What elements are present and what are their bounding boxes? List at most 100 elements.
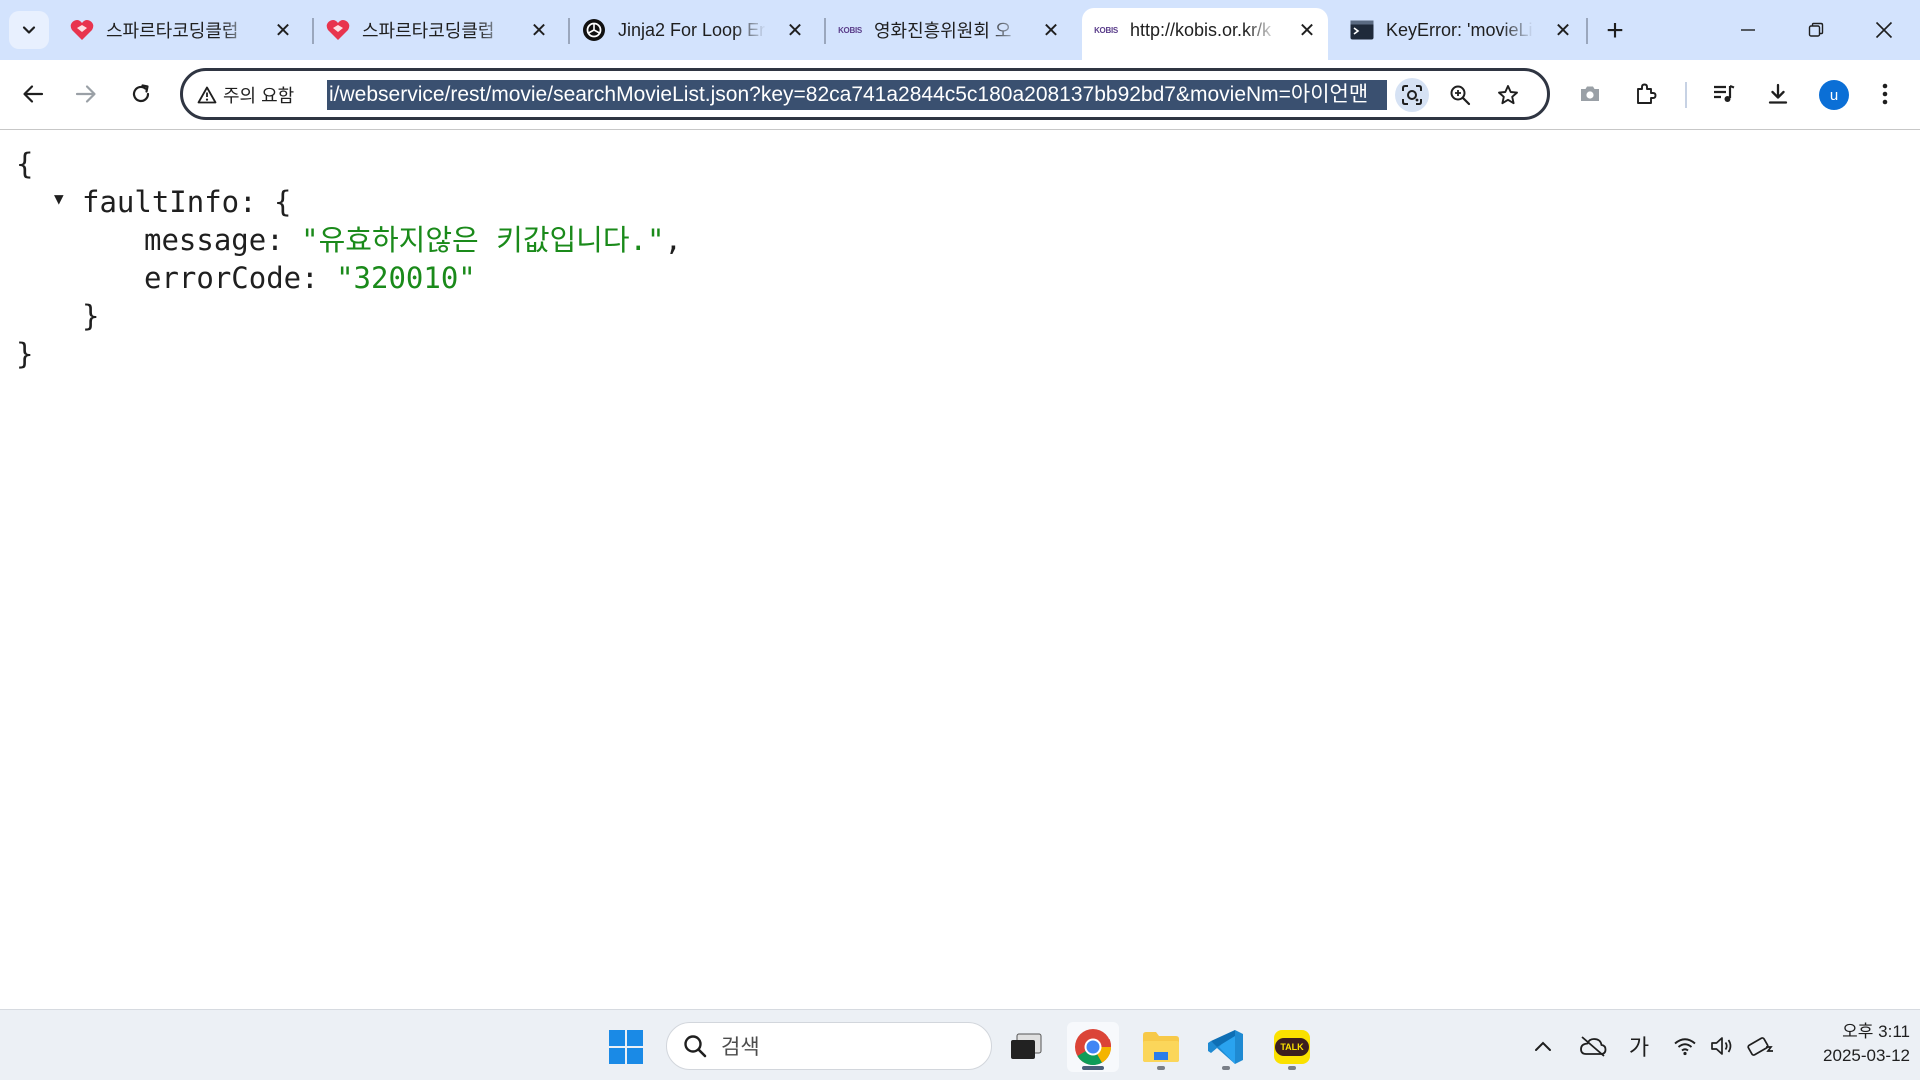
close-window-button[interactable] — [1850, 0, 1918, 60]
profile-avatar[interactable]: u — [1819, 80, 1849, 110]
chevron-up-icon — [1535, 1041, 1551, 1051]
tab-title: http://kobis.or.kr/k — [1130, 19, 1272, 40]
new-tab-button[interactable]: + — [1598, 14, 1632, 48]
tab-sparta-2[interactable]: 스파르타코딩클럽 ✕ — [314, 8, 560, 52]
taskbar-clock[interactable]: 오후 3:11 2025-03-12 — [1790, 1020, 1910, 1068]
json-object-open: : { — [239, 185, 292, 219]
bookmark-button[interactable] — [1491, 78, 1525, 112]
screenshot-button[interactable] — [1569, 73, 1611, 115]
windows-taskbar: 검색 TALK 가 오후 3:11 2025-03-12 — [0, 1009, 1920, 1080]
json-object-close: } — [82, 299, 100, 333]
kobis-icon: KOBIS — [1094, 25, 1118, 35]
zoom-in-icon — [1450, 85, 1471, 106]
back-button[interactable] — [12, 73, 54, 115]
reload-button[interactable] — [120, 73, 162, 115]
minimize-icon — [1741, 29, 1755, 31]
windows-logo-icon — [609, 1030, 643, 1064]
json-close-brace: } — [16, 337, 34, 371]
media-controls-button[interactable] — [1703, 73, 1745, 115]
clock-time: 오후 3:11 — [1842, 1022, 1910, 1041]
tab-title: 스파르타코딩클럽 — [106, 21, 239, 41]
wifi-tray-button[interactable] — [1670, 1028, 1700, 1064]
tab-close-icon[interactable]: ✕ — [272, 19, 294, 42]
json-object-line: faultInfo: { — [82, 183, 292, 221]
downloads-button[interactable] — [1757, 73, 1799, 115]
toolbar-divider — [1685, 82, 1687, 108]
tab-title: Jinja2 For Loop Er — [618, 19, 766, 40]
extensions-button[interactable] — [1625, 73, 1667, 115]
tab-search-button[interactable] — [9, 11, 49, 49]
taskbar-kakaotalk[interactable]: TALK — [1266, 1022, 1318, 1072]
json-string-value: "유효하지않은 키값입니다." — [301, 223, 665, 257]
kobis-icon: KOBIS — [838, 25, 862, 35]
wifi-icon — [1674, 1038, 1696, 1056]
task-view-button[interactable] — [1000, 1022, 1052, 1072]
tab-close-icon[interactable]: ✕ — [1296, 19, 1318, 42]
search-placeholder: 검색 — [721, 1036, 760, 1059]
taskbar-search-box[interactable]: 검색 — [666, 1022, 992, 1070]
tab-kobis-api-active[interactable]: KOBIS http://kobis.or.kr/k ✕ — [1082, 8, 1328, 60]
taskbar-file-explorer[interactable] — [1135, 1022, 1187, 1072]
running-indicator — [1157, 1066, 1165, 1070]
kakaotalk-icon: TALK — [1274, 1030, 1310, 1064]
tab-close-icon[interactable]: ✕ — [528, 19, 550, 42]
restore-icon — [1808, 22, 1824, 37]
chrome-icon — [1075, 1029, 1112, 1066]
search-icon — [684, 1035, 707, 1058]
start-button[interactable] — [600, 1022, 652, 1072]
tab-keyerror[interactable]: KeyError: 'movieLi ✕ — [1338, 8, 1584, 52]
browser-menu-button[interactable] — [1864, 73, 1906, 115]
arrow-right-icon — [75, 85, 96, 103]
puzzle-icon — [1637, 83, 1657, 104]
forward-button[interactable] — [65, 73, 107, 115]
json-open-brace: { — [16, 147, 34, 181]
kakao-label: TALK — [1275, 1038, 1309, 1056]
browser-toolbar: 주의 요함 i/webservice/rest/movie/searchMovi… — [0, 60, 1920, 130]
folder-icon — [1143, 1032, 1179, 1062]
sparta-heart-icon — [70, 18, 94, 42]
security-label: 주의 요함 — [223, 86, 295, 106]
more-vertical-icon — [1882, 83, 1888, 105]
star-icon — [1498, 85, 1518, 105]
tab-kobis-portal[interactable]: KOBIS 영화진흥위원회 오 ✕ — [826, 8, 1072, 52]
arrow-left-icon — [23, 85, 44, 103]
onedrive-tray-button[interactable] — [1576, 1028, 1610, 1064]
warning-icon — [197, 86, 217, 104]
battery-charging-icon — [1747, 1037, 1773, 1056]
security-warning-chip[interactable]: 주의 요함 — [197, 81, 294, 109]
camera-icon — [1581, 86, 1599, 101]
ime-indicator[interactable]: 가 — [1622, 1028, 1656, 1064]
collapse-toggle-icon[interactable]: ▼ — [54, 189, 64, 208]
json-key: errorCode — [144, 261, 302, 295]
tab-title: 스파르타코딩클럽 — [362, 21, 495, 41]
google-lens-button[interactable] — [1395, 78, 1429, 112]
address-bar[interactable]: 주의 요함 i/webservice/rest/movie/searchMovi… — [180, 68, 1550, 120]
minimize-button[interactable] — [1714, 0, 1782, 60]
tab-close-icon[interactable]: ✕ — [784, 19, 806, 42]
volume-tray-button[interactable] — [1707, 1028, 1737, 1064]
download-icon — [1768, 83, 1788, 104]
json-field-errorcode: errorCode: "320010" — [144, 259, 476, 297]
running-indicator — [1082, 1066, 1104, 1070]
tab-title: 영화진흥위원회 오 — [874, 21, 1012, 41]
clock-date: 2025-03-12 — [1823, 1046, 1910, 1065]
tab-jinja2[interactable]: Jinja2 For Loop Er ✕ — [570, 8, 816, 52]
battery-tray-button[interactable] — [1744, 1028, 1778, 1064]
url-text-selected[interactable]: i/webservice/rest/movie/searchMovieList.… — [327, 80, 1387, 110]
taskbar-chrome[interactable] — [1067, 1022, 1119, 1072]
volume-icon — [1711, 1037, 1732, 1055]
tab-sparta-1[interactable]: 스파르타코딩클럽 ✕ — [58, 8, 304, 52]
json-separator: : — [266, 223, 302, 257]
tab-close-icon[interactable]: ✕ — [1552, 19, 1574, 42]
json-key-faultinfo: faultInfo — [82, 185, 240, 219]
tray-overflow-button[interactable] — [1528, 1028, 1558, 1064]
tab-separator — [1586, 18, 1588, 44]
reload-icon — [132, 84, 150, 103]
tab-close-icon[interactable]: ✕ — [1040, 19, 1062, 42]
restore-button[interactable] — [1782, 0, 1850, 60]
tab-title: KeyError: 'movieLi — [1386, 19, 1533, 40]
taskbar-vscode[interactable] — [1200, 1022, 1252, 1072]
zoom-button[interactable] — [1443, 78, 1477, 112]
running-indicator — [1288, 1066, 1296, 1070]
lens-icon — [1402, 85, 1422, 105]
